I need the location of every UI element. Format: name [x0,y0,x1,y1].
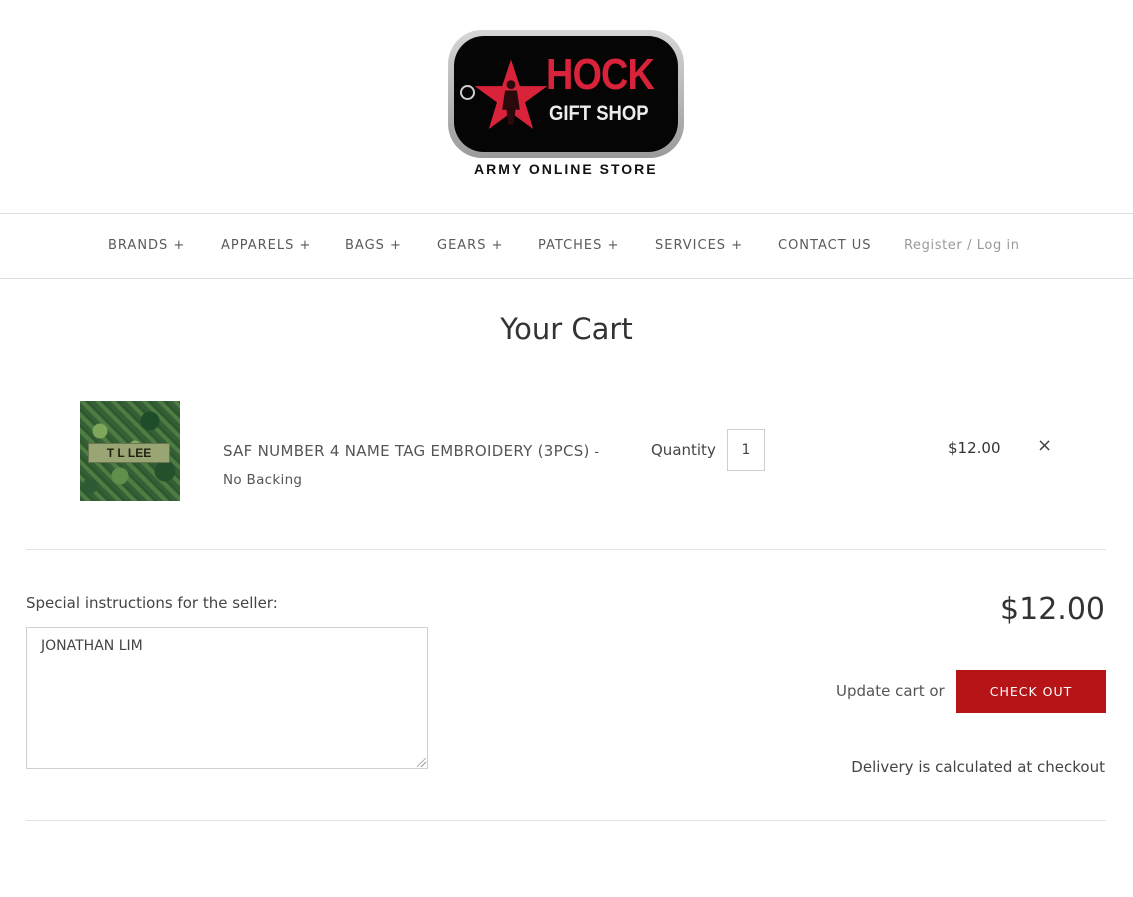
special-instructions-textarea[interactable]: JONATHAN LIM [26,627,428,769]
variant-separator: - [589,444,600,460]
or-text: or [929,682,945,700]
cart-subtotal: $12.00 [1000,592,1105,627]
account-links: Register / Log in [904,238,1020,254]
divider [26,820,1106,821]
line-item-price: $12.00 [948,439,1001,457]
product-thumbnail[interactable]: T L LEE [80,401,180,501]
special-instructions-value: JONATHAN LIM [41,638,143,654]
register-link[interactable]: Register [904,238,962,253]
thumbnail-name-tag-text: T L LEE [88,443,170,463]
nav-item-bags[interactable]: BAGS + [345,238,402,254]
page-title: Your Cart [500,312,633,346]
main-nav: BRANDS + APPARELS + BAGS + GEARS + PATCH… [0,213,1133,279]
delivery-note: Delivery is calculated at checkout [851,758,1105,776]
logo-sub-text: GIFT SHOP [549,102,649,125]
logo-tagline: ARMY ONLINE STORE [474,161,658,177]
special-instructions-label: Special instructions for the seller: [26,594,278,612]
quantity-input[interactable]: 1 [727,429,765,471]
nav-item-apparels[interactable]: APPARELS + [221,238,311,254]
nav-item-services[interactable]: SERVICES + [655,238,743,254]
update-cart-row: Update cart or [836,682,945,700]
product-title-link[interactable]: SAF NUMBER 4 NAME TAG EMBROIDERY (3PCS) … [223,438,603,494]
product-variant: No Backing [223,472,303,488]
nav-item-brands[interactable]: BRANDS + [108,238,185,254]
product-title: SAF NUMBER 4 NAME TAG EMBROIDERY (3PCS) [223,442,590,460]
logo-main-text: HOCK [546,50,655,99]
nav-item-patches[interactable]: PATCHES + [538,238,619,254]
header: HOCK GIFT SHOP ARMY ONLINE STORE [0,0,1133,213]
star-soldier-icon [474,59,548,130]
quantity-label: Quantity [651,441,716,459]
login-link[interactable]: Log in [977,238,1020,253]
account-separator: / [967,238,973,253]
tag-hole-icon [460,85,475,100]
divider [26,549,1106,550]
checkout-button[interactable]: CHECK OUT [956,670,1106,713]
nav-item-contact-us[interactable]: CONTACT US [778,238,872,254]
nav-item-gears[interactable]: GEARS + [437,238,504,254]
store-logo[interactable]: HOCK GIFT SHOP ARMY ONLINE STORE [448,28,686,183]
remove-item-icon[interactable]: × [1037,436,1052,456]
update-cart-link[interactable]: Update cart [836,682,925,700]
resize-handle-icon[interactable] [417,758,426,767]
